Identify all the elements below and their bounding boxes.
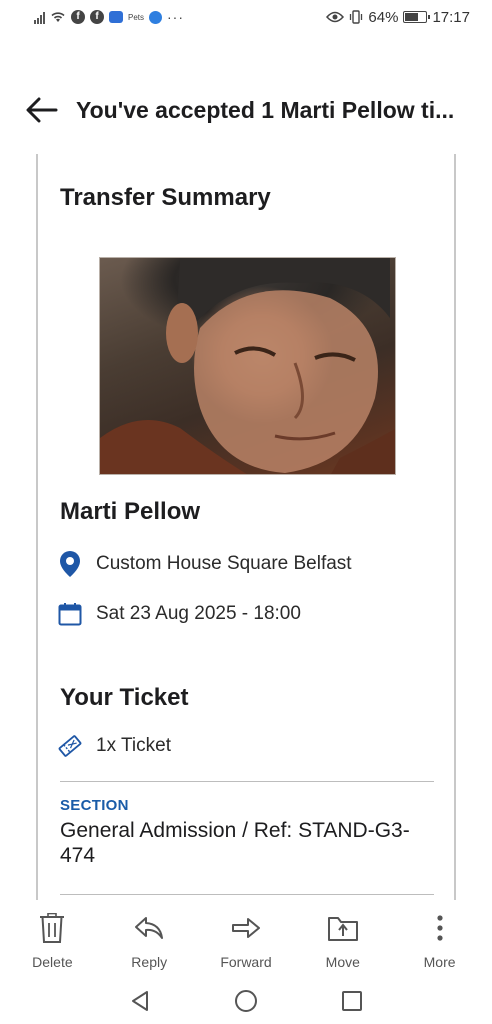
- arrow-left-icon: [26, 97, 58, 123]
- email-action-bar: Delete Reply Forward Move More: [0, 900, 492, 978]
- system-nav-bar: [0, 978, 492, 1024]
- pets-app-icon: Pets: [128, 12, 145, 22]
- move-icon: [327, 912, 359, 944]
- email-header: You've accepted 1 Marti Pellow ti...: [0, 80, 492, 140]
- ticket-icon: [58, 732, 82, 760]
- ticket-count-row: 1x Ticket: [58, 732, 171, 760]
- location-pin-icon: [58, 550, 82, 578]
- status-bar: f f Pets ··· 64% 17:17: [0, 0, 492, 34]
- triangle-back-icon: [132, 991, 148, 1011]
- clock-time: 17:17: [432, 8, 470, 26]
- more-notifications-icon: ···: [167, 9, 185, 25]
- nav-home-button[interactable]: [228, 983, 264, 1019]
- artist-name: Marti Pellow: [60, 498, 201, 525]
- wifi-icon: [50, 11, 66, 23]
- reply-label: Reply: [131, 954, 168, 970]
- divider: [60, 894, 434, 895]
- section-value: General Admission / Ref: STAND-G3-474: [60, 819, 410, 867]
- more-label: More: [423, 954, 456, 970]
- facebook-icon: f: [90, 10, 104, 24]
- eye-icon: [326, 11, 345, 23]
- delete-label: Delete: [32, 954, 73, 970]
- status-right: 64% 17:17: [326, 9, 470, 26]
- artist-photo: [99, 257, 396, 475]
- ticket-count: 1x Ticket: [96, 735, 171, 756]
- divider: [60, 781, 434, 782]
- move-button[interactable]: Move: [294, 900, 391, 970]
- email-body[interactable]: Transfer Summary Marti Pellow Custom Hou…: [36, 154, 456, 900]
- status-left: f f Pets ···: [34, 9, 184, 25]
- nav-recents-button[interactable]: [334, 983, 370, 1019]
- signal-icon: [34, 10, 45, 24]
- email-subject: You've accepted 1 Marti Pellow ti...: [76, 96, 455, 123]
- facebook-icon: f: [71, 10, 85, 24]
- globe-icon: [149, 10, 163, 24]
- forward-button[interactable]: Forward: [198, 900, 295, 970]
- trash-icon: [39, 912, 65, 944]
- venue-name: Custom House Square Belfast: [96, 553, 352, 574]
- battery-icon: [403, 11, 431, 23]
- forward-icon: [231, 912, 261, 944]
- cloud-app-icon: [109, 11, 123, 23]
- circle-home-icon: [235, 990, 257, 1012]
- forward-label: Forward: [220, 954, 272, 970]
- event-datetime: Sat 23 Aug 2025 - 18:00: [96, 603, 301, 624]
- calendar-icon: [58, 600, 82, 628]
- transfer-summary-heading: Transfer Summary: [60, 184, 271, 211]
- date-row: Sat 23 Aug 2025 - 18:00: [58, 600, 301, 628]
- vibrate-icon: [349, 10, 363, 24]
- battery-percent: 64%: [368, 8, 399, 26]
- reply-icon: [134, 912, 164, 944]
- back-button[interactable]: [12, 80, 72, 140]
- square-recents-icon: [342, 991, 362, 1011]
- more-button[interactable]: More: [391, 900, 488, 970]
- your-ticket-heading: Your Ticket: [60, 684, 189, 711]
- move-label: Move: [325, 954, 360, 970]
- section-label: SECTION: [60, 797, 129, 814]
- reply-button[interactable]: Reply: [101, 900, 198, 970]
- more-vertical-icon: [436, 912, 444, 944]
- delete-button[interactable]: Delete: [4, 900, 101, 970]
- nav-back-button[interactable]: [122, 983, 158, 1019]
- venue-row: Custom House Square Belfast: [58, 550, 352, 578]
